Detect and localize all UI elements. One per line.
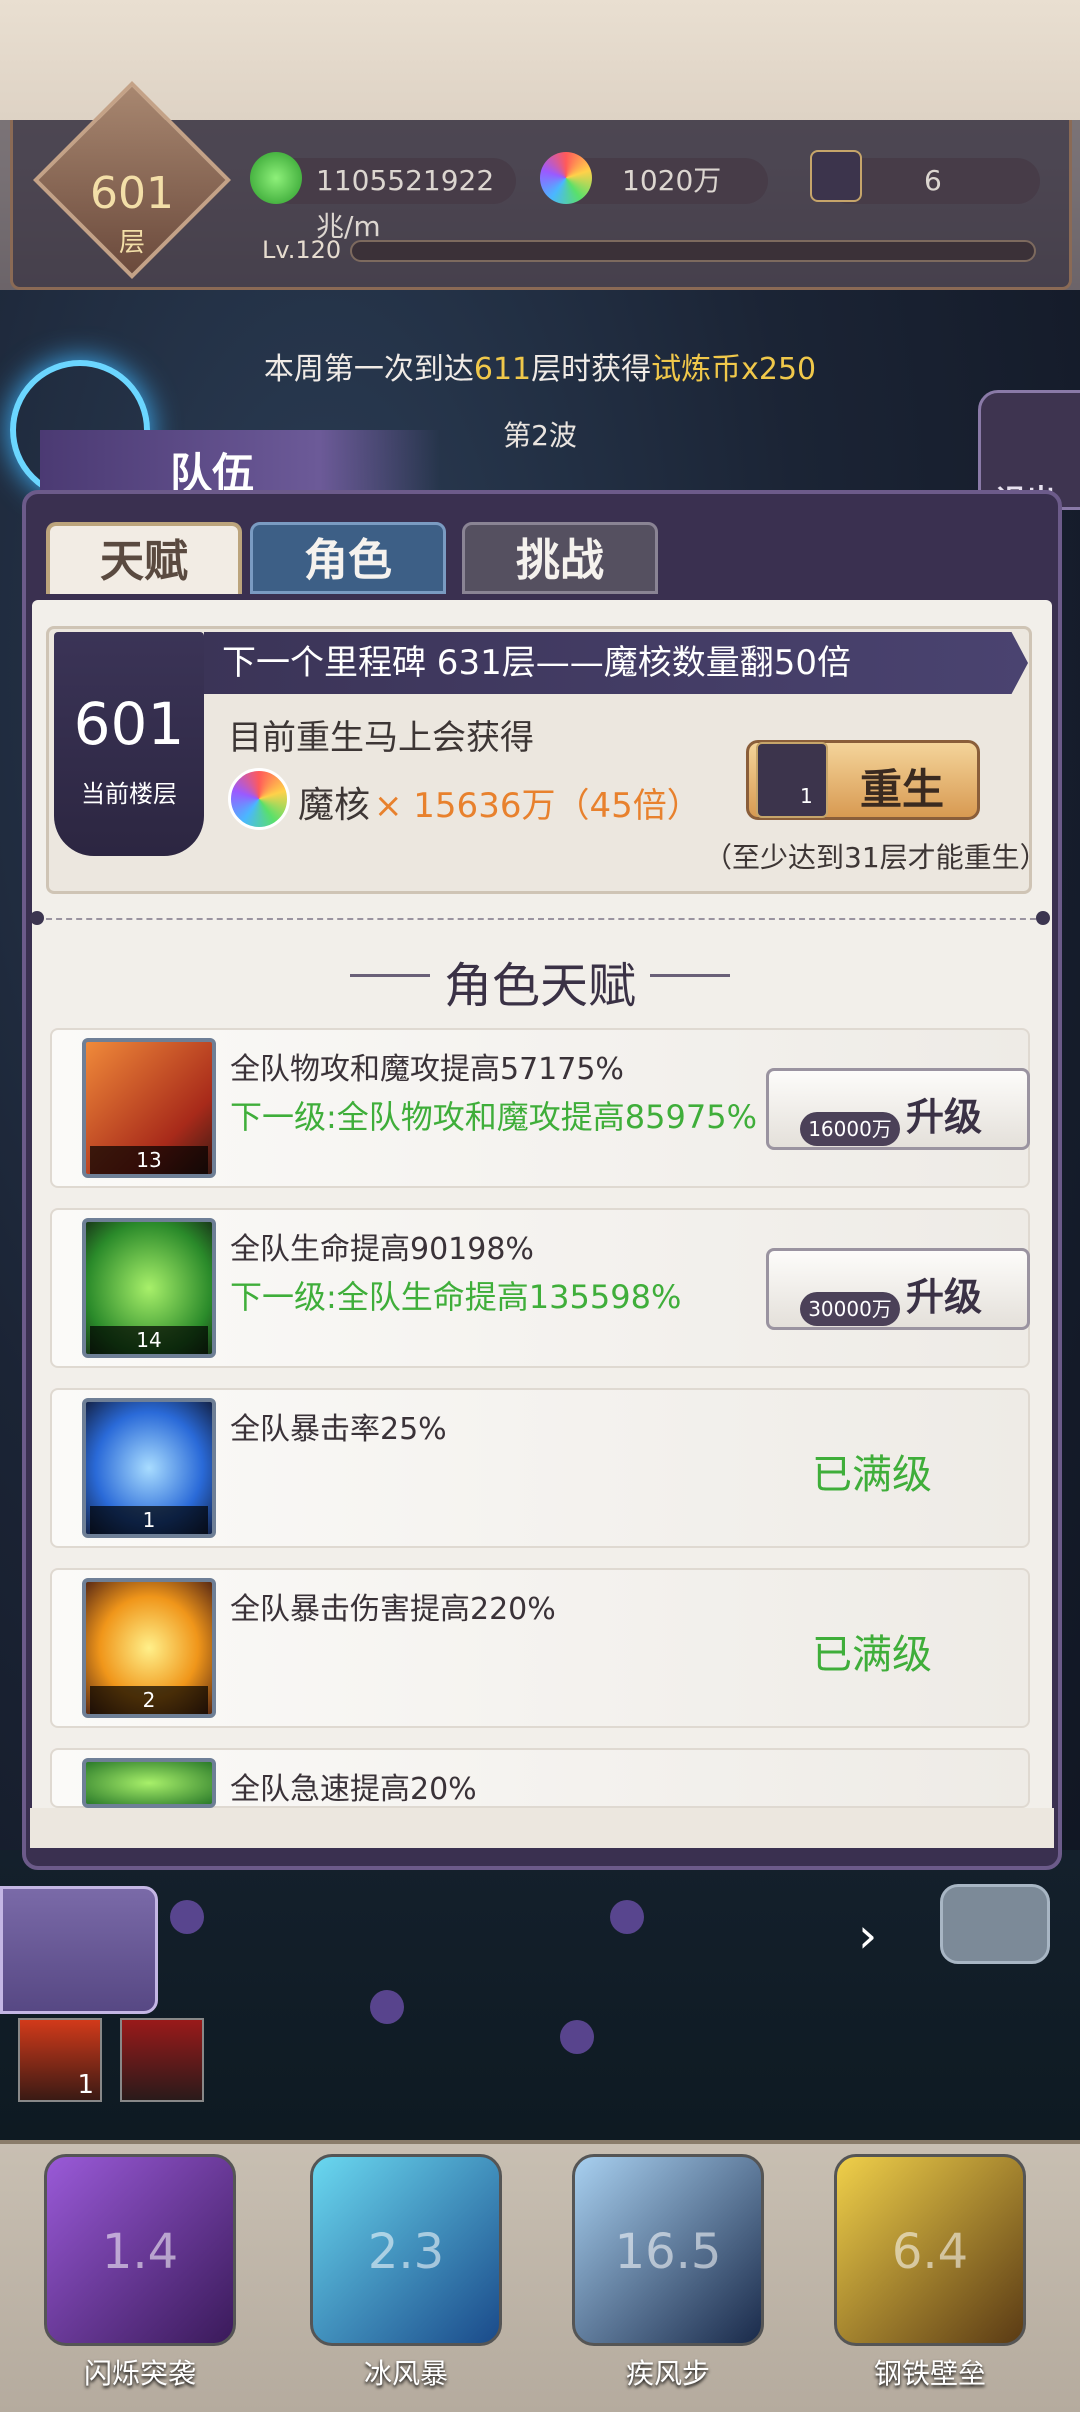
milestone-banner: 下一个里程碑 631层——魔核数量翻50倍: [204, 632, 1028, 694]
flower-decoration: [170, 1900, 204, 1934]
notice-floor: 611: [473, 352, 532, 387]
talent-level: 13: [90, 1146, 208, 1174]
book-count: 6: [924, 164, 942, 197]
tab-talent[interactable]: 天赋: [46, 522, 242, 594]
book-icon: [810, 150, 862, 202]
floor-number: 601: [90, 168, 174, 219]
floor-unit: 层: [118, 228, 145, 258]
buff-count: 1: [77, 2070, 94, 2100]
player-level: Lv.120: [262, 236, 342, 264]
title-ornament-right: [650, 974, 730, 977]
chevron-right-icon[interactable]: ›: [858, 1908, 877, 1964]
tab-role[interactable]: 角色: [250, 522, 446, 594]
sword-icon: 13: [82, 1038, 216, 1178]
star-orb-icon: 1: [82, 1398, 216, 1538]
magic-core-name: 魔核: [298, 785, 371, 826]
panel-bottom-edge: [30, 1808, 1054, 1848]
divider-dot: [1036, 911, 1050, 925]
max-level-label: 已满级: [812, 1632, 932, 1678]
skill-name: 冰风暴: [363, 2357, 448, 2390]
talent-desc: 全队暴击率25%: [230, 1412, 447, 1447]
rebirth-button-label[interactable]: 重生: [860, 756, 944, 817]
talent-desc: 全队物攻和魔攻提高57175%: [230, 1052, 624, 1087]
book-icon: [756, 742, 828, 818]
divider-dot: [30, 911, 44, 925]
skill-cooldown: 1.4: [101, 2224, 179, 2280]
skill-cooldown: 16.5: [614, 2224, 722, 2280]
notice-prefix: 本周第一次到达: [263, 352, 474, 387]
magic-core-icon: [228, 768, 290, 830]
talent-desc: 全队生命提高90198%: [230, 1232, 534, 1267]
fire-buff-icon: 1: [18, 2018, 102, 2102]
upgrade-label[interactable]: 升级: [906, 1086, 982, 1141]
rebirth-gain-label: 目前重生马上会获得: [228, 718, 534, 758]
chat-bubble-icon[interactable]: [940, 1884, 1050, 1964]
talent-next-level: 下一级:全队物攻和魔攻提高85975%: [230, 1098, 757, 1136]
speed-icon: [82, 1758, 216, 1808]
core-currency-value: 1020万: [622, 164, 722, 197]
swirl-return-button[interactable]: [0, 1886, 158, 2014]
skill-name: 钢铁壁垒: [873, 2357, 986, 2390]
rebirth-requirement-note: （至少达到31层才能重生）: [704, 841, 1048, 874]
upgrade-label[interactable]: 升级: [906, 1266, 982, 1321]
rebirth-cost-badge: 1: [800, 784, 813, 808]
burst-icon: 2: [82, 1578, 216, 1718]
skill-name: 疾风步: [625, 2357, 710, 2390]
skill-cooldown: 6.4: [891, 2224, 969, 2280]
section-title: 角色天赋: [443, 958, 636, 1014]
notice-mid: 层时获得: [531, 352, 652, 387]
talent-level: 2: [90, 1686, 208, 1714]
talent-desc: 全队急速提高20%: [230, 1772, 477, 1807]
flower-decoration: [370, 1990, 404, 2024]
weekly-reward-notice: 本周第一次到达611层时获得试炼币x250: [230, 348, 850, 392]
skill-name: 闪烁突袭: [83, 2357, 196, 2390]
flower-decoration: [560, 2020, 594, 2054]
level-progress-bar: [350, 240, 1036, 262]
current-floor-number: 601: [73, 690, 185, 758]
flower-decoration: [610, 1900, 644, 1934]
winged-egg-icon: 14: [82, 1218, 216, 1358]
talent-next-level: 下一级:全队生命提高135598%: [230, 1278, 682, 1316]
core-currency-icon: [540, 152, 592, 204]
exp-heart-icon: [250, 152, 302, 204]
talent-level: 1: [90, 1506, 208, 1534]
tab-challenge[interactable]: 挑战: [462, 522, 658, 594]
talent-level: 14: [90, 1326, 208, 1354]
upgrade-cost: 30000万: [800, 1292, 900, 1326]
exp-display: 1105521922兆/m: [268, 158, 516, 243]
section-divider: [36, 918, 1046, 920]
talent-desc: 全队暴击伤害提高220%: [230, 1592, 556, 1627]
skill-cooldown: 2.3: [367, 2224, 445, 2280]
notice-reward: 试炼币x250: [651, 352, 817, 387]
magic-core-amount: × 15636万（45倍）: [374, 786, 701, 826]
wave-indicator: 第2波: [503, 419, 577, 452]
upgrade-cost: 16000万: [800, 1112, 900, 1146]
max-level-label: 已满级: [812, 1452, 932, 1498]
sword-cross-buff-icon: [120, 2018, 204, 2102]
current-floor-label: 当前楼层: [81, 780, 177, 808]
